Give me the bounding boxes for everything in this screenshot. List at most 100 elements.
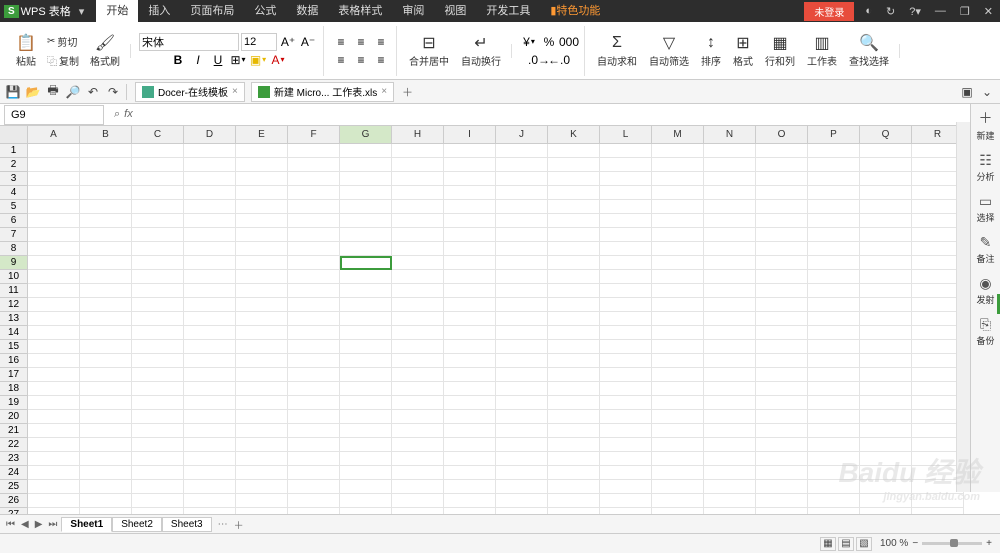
row-header[interactable]: 20 [0, 410, 28, 424]
cell[interactable] [392, 410, 444, 424]
cell[interactable] [184, 298, 236, 312]
cell[interactable] [704, 508, 756, 514]
cell[interactable] [132, 200, 184, 214]
row-header[interactable]: 21 [0, 424, 28, 438]
currency-button[interactable]: ¥▾ [520, 33, 538, 51]
cell[interactable] [548, 466, 600, 480]
cell[interactable] [496, 158, 548, 172]
cell[interactable] [808, 186, 860, 200]
cell[interactable] [548, 382, 600, 396]
cell[interactable] [600, 340, 652, 354]
cell[interactable] [600, 452, 652, 466]
row-header[interactable]: 23 [0, 452, 28, 466]
cell[interactable] [184, 270, 236, 284]
column-header[interactable]: P [808, 126, 860, 143]
cell[interactable] [548, 284, 600, 298]
sort-button[interactable]: ↕排序 [697, 31, 725, 70]
cell[interactable] [288, 368, 340, 382]
cell[interactable] [756, 158, 808, 172]
cell[interactable] [132, 186, 184, 200]
cell[interactable] [496, 424, 548, 438]
cell[interactable] [444, 340, 496, 354]
cell[interactable] [184, 312, 236, 326]
tab-layout[interactable]: 页面布局 [180, 0, 244, 22]
cell[interactable] [340, 214, 392, 228]
cell[interactable] [756, 466, 808, 480]
cell[interactable] [236, 228, 288, 242]
cell[interactable] [548, 214, 600, 228]
cell[interactable] [756, 508, 808, 514]
cell[interactable] [652, 494, 704, 508]
help-icon[interactable]: ?▾ [906, 5, 924, 18]
cell[interactable] [860, 312, 912, 326]
app-menu-dropdown[interactable]: ▾ [79, 5, 85, 18]
close-tab-icon[interactable]: × [381, 86, 387, 97]
cell[interactable] [132, 466, 184, 480]
cell[interactable] [652, 242, 704, 256]
border-button[interactable]: ⊞▾ [229, 51, 247, 69]
cell[interactable] [132, 354, 184, 368]
cell[interactable] [392, 172, 444, 186]
cell[interactable] [496, 466, 548, 480]
cell[interactable] [184, 368, 236, 382]
cell[interactable] [392, 228, 444, 242]
cell[interactable] [132, 340, 184, 354]
cell[interactable] [444, 298, 496, 312]
bold-button[interactable]: B [169, 51, 187, 69]
cell[interactable] [132, 214, 184, 228]
cell[interactable] [652, 172, 704, 186]
cell[interactable] [184, 340, 236, 354]
row-header[interactable]: 1 [0, 144, 28, 158]
cell[interactable] [704, 424, 756, 438]
cell[interactable] [704, 312, 756, 326]
preview-icon[interactable]: 🔎 [64, 83, 82, 101]
fx-button[interactable]: fx [124, 108, 133, 121]
cell[interactable] [340, 354, 392, 368]
cell[interactable] [80, 494, 132, 508]
break-view-icon[interactable]: ▧ [856, 537, 872, 551]
cell[interactable] [132, 242, 184, 256]
cell[interactable] [288, 284, 340, 298]
cell[interactable] [340, 298, 392, 312]
cell[interactable] [444, 396, 496, 410]
cell[interactable] [704, 158, 756, 172]
cell[interactable] [548, 340, 600, 354]
cell[interactable] [860, 480, 912, 494]
cell[interactable] [132, 438, 184, 452]
cell[interactable] [548, 410, 600, 424]
cell[interactable] [444, 312, 496, 326]
cell[interactable] [288, 382, 340, 396]
cell[interactable] [444, 410, 496, 424]
cell[interactable] [808, 214, 860, 228]
cell[interactable] [28, 480, 80, 494]
column-header[interactable]: A [28, 126, 80, 143]
cell[interactable] [860, 200, 912, 214]
cell[interactable] [756, 242, 808, 256]
cell[interactable] [392, 368, 444, 382]
cell[interactable] [236, 214, 288, 228]
cell[interactable] [288, 172, 340, 186]
cell[interactable] [236, 186, 288, 200]
cell[interactable] [652, 410, 704, 424]
cell[interactable] [28, 340, 80, 354]
cell[interactable] [548, 312, 600, 326]
cell[interactable] [236, 144, 288, 158]
cell[interactable] [496, 242, 548, 256]
cell[interactable] [288, 298, 340, 312]
cell[interactable] [808, 256, 860, 270]
cell[interactable] [652, 396, 704, 410]
doc-tab-workbook[interactable]: 新建 Micro... 工作表.xls × [251, 82, 394, 102]
cell[interactable] [80, 284, 132, 298]
cell[interactable] [756, 396, 808, 410]
cell[interactable] [184, 172, 236, 186]
cell[interactable] [860, 452, 912, 466]
cell[interactable] [600, 284, 652, 298]
cell[interactable] [444, 144, 496, 158]
row-header[interactable]: 22 [0, 438, 28, 452]
cell[interactable] [340, 396, 392, 410]
cell[interactable] [548, 228, 600, 242]
cell[interactable] [392, 382, 444, 396]
cell[interactable] [652, 228, 704, 242]
cell[interactable] [392, 242, 444, 256]
cell[interactable] [600, 158, 652, 172]
